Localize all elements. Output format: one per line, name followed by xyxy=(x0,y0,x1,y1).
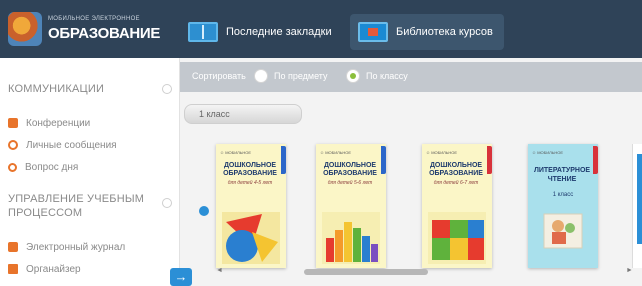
course-card[interactable]: ☺ МОБИЛЬНОЕ ДОШКОЛЬНОЕ ОБРАЗОВАНИЕ для д… xyxy=(316,144,386,268)
card-publisher: ☺ МОБИЛЬНОЕ xyxy=(320,150,352,155)
radio-by-class[interactable] xyxy=(346,69,360,83)
tab-label: Последние закладки xyxy=(226,26,332,38)
organizer-icon xyxy=(8,264,18,274)
tab-label: Библиотека курсов xyxy=(396,26,493,38)
shapes-illustration xyxy=(222,212,280,264)
sidebar-collapse-button[interactable]: → xyxy=(170,268,192,286)
book-icon xyxy=(188,22,218,42)
messages-icon xyxy=(8,140,18,150)
reading-illustration xyxy=(543,213,583,249)
sidebar-item-label: Вопрос дня xyxy=(25,161,79,173)
journal-icon xyxy=(8,242,18,252)
section-title-learning-management: УПРАВЛЕНИЕ УЧЕБНЫМ ПРОЦЕССОМ xyxy=(8,193,145,219)
sidebar-item-label: Конференции xyxy=(26,117,91,129)
card-publisher: ☺ МОБИЛЬНОЕ xyxy=(532,150,564,155)
horizontal-scrollbar[interactable]: ◄ ► xyxy=(216,267,636,276)
sidebar-item-label: Органайзер xyxy=(26,263,81,275)
class-tab[interactable]: 1 класс xyxy=(184,104,302,124)
question-icon xyxy=(8,162,17,172)
card-grade: 1 класс xyxy=(552,192,574,198)
bars-illustration xyxy=(322,212,380,264)
sidebar-item-organizer[interactable]: Органайзер xyxy=(8,260,81,278)
tab-recent-bookmarks[interactable]: Последние закладки xyxy=(180,14,342,50)
sidebar-item-label: Электронный журнал xyxy=(26,241,126,253)
section-toggle-icon[interactable] xyxy=(162,198,172,208)
radio-by-subject[interactable] xyxy=(254,69,268,83)
card-publisher: ☺ МОБИЛЬНОЕ xyxy=(220,150,252,155)
sort-filter-bar: Сортировать По предмету По классу xyxy=(180,62,642,92)
scroll-right-icon[interactable]: ► xyxy=(626,267,633,274)
logo-title: ОБРАЗОВАНИЕ xyxy=(48,25,161,42)
blocks-illustration xyxy=(428,212,486,264)
course-card-partial[interactable] xyxy=(632,144,642,268)
card-age: для детей 5-6 лет xyxy=(327,180,373,186)
card-title: ДОШКОЛЬНОЕ ОБРАЗОВАНИЕ xyxy=(223,162,277,177)
conference-icon xyxy=(8,118,18,128)
top-bar: МОБИЛЬНОЕ ЭЛЕКТРОННОЕ ОБРАЗОВАНИЕ Послед… xyxy=(0,0,642,58)
scrollbar-thumb[interactable] xyxy=(304,269,428,275)
sidebar: КОММУНИКАЦИИ Конференции Личные сообщени… xyxy=(0,58,180,286)
section-title-communications: КОММУНИКАЦИИ xyxy=(8,83,105,95)
screen-icon xyxy=(358,22,388,42)
sidebar-item-label: Личные сообщения xyxy=(26,139,117,151)
scroll-left-icon[interactable]: ◄ xyxy=(216,267,223,274)
sidebar-item-journal[interactable]: Электронный журнал xyxy=(8,238,125,256)
card-publisher: ☺ МОБИЛЬНОЕ xyxy=(426,150,458,155)
card-age: для детей 4-5 лет xyxy=(227,180,273,186)
card-title: ЛИТЕРАТУРНОЕ ЧТЕНИЕ xyxy=(533,167,591,183)
card-title: ДОШКОЛЬНОЕ ОБРАЗОВАНИЕ xyxy=(323,162,377,177)
sidebar-item-messages[interactable]: Личные сообщения xyxy=(8,136,117,154)
sidebar-item-question-of-day[interactable]: Вопрос дня xyxy=(8,158,78,176)
tab-course-library[interactable]: Библиотека курсов xyxy=(350,14,504,50)
card-title: ДОШКОЛЬНОЕ ОБРАЗОВАНИЕ xyxy=(429,162,483,177)
logo-subtitle: МОБИЛЬНОЕ ЭЛЕКТРОННОЕ xyxy=(48,16,140,22)
logo-icon xyxy=(8,12,42,46)
course-card[interactable]: ☺ МОБИЛЬНОЕ ЛИТЕРАТУРНОЕ ЧТЕНИЕ 1 класс xyxy=(528,144,598,268)
carousel-indicator[interactable] xyxy=(199,206,209,216)
radio-label: По классу xyxy=(366,71,408,81)
sort-label: Сортировать xyxy=(192,71,246,81)
course-card[interactable]: ☺ МОБИЛЬНОЕ ДОШКОЛЬНОЕ ОБРАЗОВАНИЕ для д… xyxy=(216,144,286,268)
course-card[interactable]: ☺ МОБИЛЬНОЕ ДОШКОЛЬНОЕ ОБРАЗОВАНИЕ для д… xyxy=(422,144,492,268)
card-age: для детей 6-7 лет xyxy=(433,180,479,186)
section-toggle-icon[interactable] xyxy=(162,84,172,94)
sidebar-item-conferences[interactable]: Конференции xyxy=(8,114,90,132)
app-logo[interactable]: МОБИЛЬНОЕ ЭЛЕКТРОННОЕ ОБРАЗОВАНИЕ xyxy=(6,10,176,50)
radio-label: По предмету xyxy=(274,71,328,81)
